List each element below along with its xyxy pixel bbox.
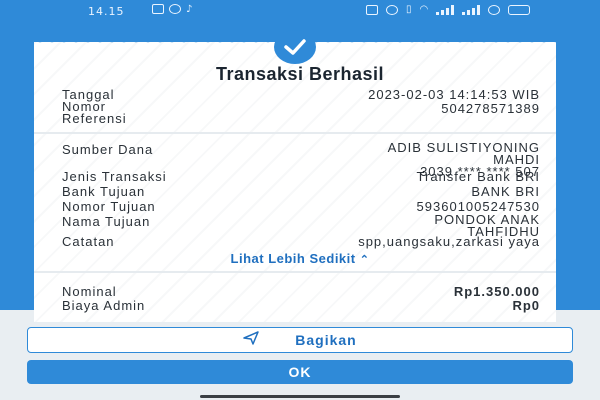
ok-button[interactable]: OK [27, 360, 573, 384]
signal-2-icon [462, 4, 481, 15]
detail-row-nominal: Nominal Rp1.350.000 [62, 284, 540, 299]
note-label: Catatan [62, 234, 115, 249]
reference-label-line2: Referensi [62, 111, 127, 126]
admin-fee-value: Rp0 [512, 298, 540, 313]
reference-value: 504278571389 [441, 101, 540, 116]
detail-row-admin-fee: Biaya Admin Rp0 [62, 298, 540, 313]
detail-row-transaction-type: Jenis Transaksi Transfer Bank BRI [62, 169, 540, 184]
bank-label: Bank Tujuan [62, 184, 146, 199]
app-notification-icon [169, 4, 181, 14]
recipient-label: Nama Tujuan [62, 214, 151, 229]
battery-icon [508, 4, 531, 15]
detail-row-date: Tanggal 2023-02-03 14:14:53 WIB [62, 87, 540, 102]
divider [34, 132, 556, 134]
show-less-link[interactable]: Lihat Lebih Sedikit ⌃ [0, 251, 600, 266]
detail-row-reference: Nomor Referensi 504278571389 [62, 100, 540, 127]
send-icon [243, 330, 260, 350]
status-time: 14.15 [88, 5, 125, 18]
show-less-label: Lihat Lebih Sedikit [230, 251, 356, 266]
nfc-icon [366, 4, 378, 15]
bank-value: BANK BRI [471, 184, 540, 199]
success-check-icon [274, 30, 316, 64]
detail-row-note: Catatan spp,uangsaku,zarkasi yaya [62, 234, 540, 249]
data-saver-icon [488, 4, 501, 15]
signal-icon [436, 4, 455, 15]
status-bar: 14.15 ♪ ▯ ◠ [0, 0, 600, 24]
reference-label: Nomor Referensi [62, 100, 127, 126]
transaction-type-label: Jenis Transaksi [62, 169, 167, 184]
detail-row-source: Sumber Dana ADIB SULISTIYONING MAHDI 303… [62, 141, 540, 178]
share-button-label: Bagikan [295, 332, 357, 348]
chevron-up-icon: ⌃ [359, 254, 370, 266]
nominal-label: Nominal [62, 284, 117, 299]
tiktok-icon: ♪ [186, 4, 193, 15]
admin-fee-label: Biaya Admin [62, 298, 146, 313]
divider [34, 271, 556, 273]
page-title: Transaksi Berhasil [215, 64, 385, 84]
vibrate-icon: ▯ [406, 4, 412, 15]
share-button[interactable]: Bagikan [27, 327, 573, 353]
home-indicator[interactable] [200, 395, 400, 398]
account-number-label: Nomor Tujuan [62, 199, 156, 214]
date-value: 2023-02-03 14:14:53 WIB [368, 87, 540, 102]
system-icons: ▯ ◠ [366, 4, 531, 15]
detail-row-bank: Bank Tujuan BANK BRI [62, 184, 540, 199]
notification-icons: ♪ [152, 4, 192, 15]
hotspot-icon [386, 4, 398, 15]
transaction-type-value: Transfer Bank BRI [416, 169, 540, 184]
note-value: spp,uangsaku,zarkasi yaya [358, 234, 540, 249]
wifi-icon: ◠ [419, 4, 429, 15]
detail-row-recipient: Nama Tujuan PONDOK ANAK TAHFIDHU [62, 213, 540, 238]
background-panel [0, 310, 600, 400]
ok-button-label: OK [288, 364, 312, 380]
nominal-value: Rp1.350.000 [453, 284, 540, 299]
message-icon [152, 4, 164, 14]
detail-row-account-number: Nomor Tujuan 593601005247530 [62, 199, 540, 214]
source-label: Sumber Dana [62, 142, 154, 157]
